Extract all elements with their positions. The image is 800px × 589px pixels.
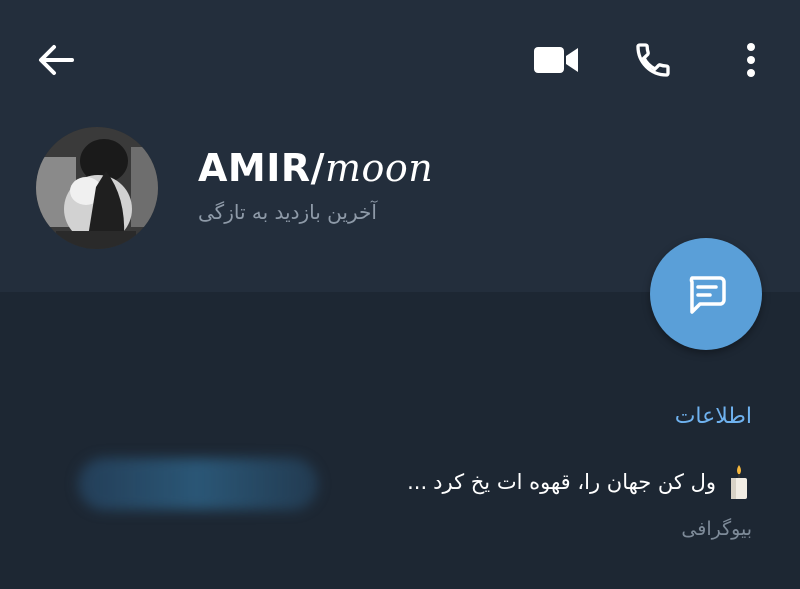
- avatar[interactable]: [36, 127, 158, 249]
- phone-icon: [636, 43, 670, 77]
- info-section-title: اطلاعات: [674, 404, 752, 429]
- last-seen-status: آخرین بازدید به تازگی: [198, 200, 377, 224]
- profile-name-part1: AMIR/: [198, 146, 326, 190]
- video-camera-icon: [534, 47, 578, 73]
- video-call-button[interactable]: [528, 38, 584, 82]
- bio-trailing: ...: [407, 470, 428, 494]
- more-vertical-icon: [747, 43, 755, 77]
- bio-row[interactable]: ول کن جهان را، قهوه ات یخ کرد ...: [407, 462, 752, 502]
- send-message-button[interactable]: [650, 238, 762, 350]
- profile-name-part2: moon: [325, 146, 434, 190]
- arrow-left-icon: [39, 45, 74, 75]
- candle-icon: [731, 465, 747, 499]
- avatar-photo: [36, 127, 158, 249]
- voice-call-button[interactable]: [628, 36, 678, 84]
- more-menu-button[interactable]: [730, 36, 772, 84]
- bio-label: بیوگرافی: [681, 518, 752, 540]
- bio-text: ول کن جهان را، قهوه ات یخ کرد: [433, 470, 716, 494]
- back-button[interactable]: [30, 38, 82, 82]
- profile-name: AMIR/moon: [198, 146, 433, 190]
- message-icon: [689, 276, 726, 314]
- redacted-blur: [78, 458, 318, 510]
